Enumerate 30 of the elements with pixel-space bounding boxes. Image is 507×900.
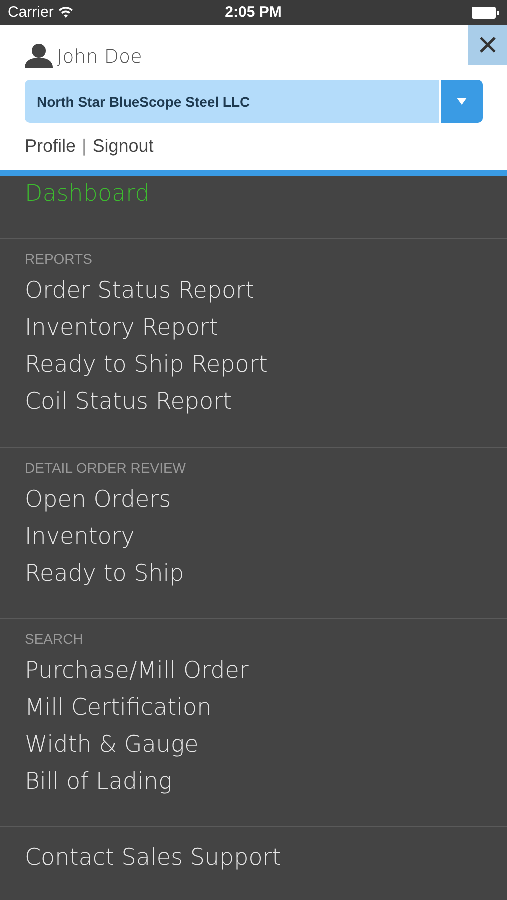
- menu-item[interactable]: Order Status Report: [25, 273, 255, 310]
- close-icon: [480, 37, 496, 53]
- menu-item[interactable]: Width & Gauge: [25, 727, 199, 764]
- profile-link[interactable]: Profile: [25, 136, 76, 157]
- section-heading: REPORTS: [25, 251, 94, 267]
- menu-item[interactable]: Contact Sales Support: [25, 840, 482, 877]
- menu-item[interactable]: Dashboard: [25, 176, 150, 213]
- menu-item[interactable]: Coil Status Report: [25, 384, 232, 421]
- carrier-name: Carrier: [8, 4, 54, 21]
- clock-time: 2:05 PM: [225, 4, 282, 21]
- menu-item[interactable]: Bill of Lading: [25, 764, 172, 801]
- menu-item[interactable]: Open Orders: [25, 482, 172, 519]
- menu-item[interactable]: Ready to Ship Report: [25, 347, 268, 384]
- battery-icon: [472, 6, 499, 18]
- dropdown-button[interactable]: [439, 80, 483, 123]
- menu-item[interactable]: Ready to Ship: [25, 556, 184, 593]
- menu-item[interactable]: Purchase/Mill Order: [25, 653, 249, 690]
- link-separator: |: [82, 136, 87, 157]
- caret-icon: [457, 98, 467, 105]
- menu-item[interactable]: Inventory Report: [25, 310, 218, 347]
- company-select[interactable]: North Star BlueScope Steel LLC: [25, 80, 483, 123]
- menu-item[interactable]: Mill Certification: [25, 690, 212, 727]
- user-name: John Doe: [57, 46, 142, 68]
- menu-item[interactable]: Inventory: [25, 519, 135, 556]
- signout-link[interactable]: Signout: [92, 136, 154, 157]
- close-button[interactable]: [468, 25, 507, 65]
- user-icon: [25, 43, 53, 68]
- section-heading: SEARCH: [25, 631, 84, 647]
- wifi-icon: [58, 7, 73, 18]
- section-heading: DETAIL ORDER REVIEW: [25, 460, 188, 476]
